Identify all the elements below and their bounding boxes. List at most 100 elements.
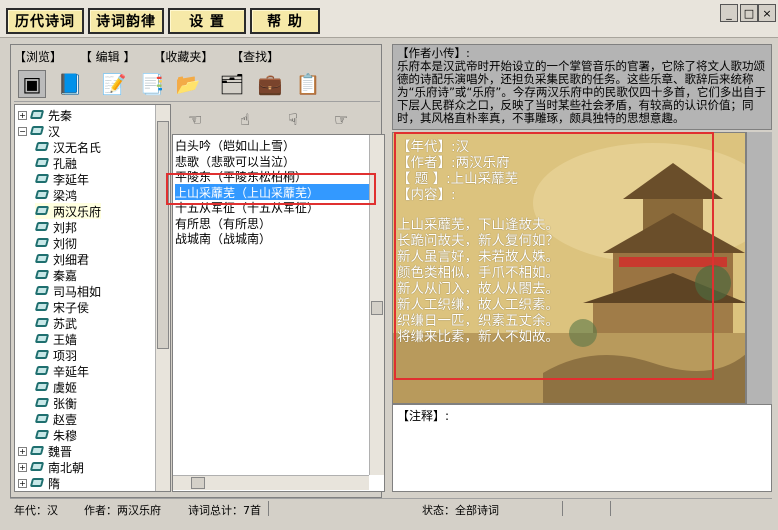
tab-favorites[interactable]: 【收藏夹】 [153,50,213,64]
author-intro-panel: 【作者小传】: 乐府本是汉武帝时开始设立的一个掌管音乐的官署，它除了将文人歌功颂… [392,44,772,130]
tab-browse[interactable]: 【浏览】 [14,50,62,64]
top-menu-bar: 历代诗词 诗词韵律 设 置 帮 助 _ □ × [0,0,778,38]
menu-poem-rhythm[interactable]: 诗词韵律 [88,8,164,34]
tree-node-author[interactable]: 赵壹 [35,411,77,427]
tree-node-author[interactable]: 刘细君 [35,251,89,267]
menu-help[interactable]: 帮 助 [250,8,320,34]
poem-list-item[interactable]: 悲歌（悲歌可以当泣） [175,153,295,169]
highlight-box [394,132,714,380]
expand-icon[interactable]: + [18,462,27,472]
tab-search[interactable]: 【查找】 [231,50,279,64]
book-icon [35,301,50,313]
poem-list-item[interactable]: 白头吟（皑如山上雪） [175,137,295,153]
scroll-thumb[interactable] [157,121,169,349]
tree-node-author[interactable]: 司马相如 [35,283,101,299]
expand-icon[interactable]: + [18,446,27,456]
tab-edit[interactable]: 【 编辑 】 [80,50,136,64]
tree-label: 司马相如 [53,284,102,299]
book-icon [35,397,50,409]
tree-label: 张衡 [53,396,78,411]
image-icon[interactable]: ▣ [18,70,46,98]
down-hand-icon[interactable]: ☟ [280,110,306,130]
collapse-icon[interactable]: − [18,126,27,136]
tree-node-author[interactable]: 梁鸿 [35,187,77,203]
tree-node-author[interactable]: 秦嘉 [35,267,77,283]
status-bar: 年代：汉 作者：两汉乐府 诗词总计：7首 状态：全部诗词 [10,498,772,518]
expand-icon[interactable]: + [18,478,27,488]
tree-node-author[interactable]: 苏武 [35,315,77,331]
open-folder-icon[interactable]: 📂 [174,70,202,98]
minimize-icon[interactable]: _ [720,4,738,22]
close-icon[interactable]: × [758,4,776,22]
tree-node-author[interactable]: 虞姬 [35,379,77,395]
favorites-icon[interactable]: 🗂 [218,70,246,98]
book-icon [35,349,50,361]
prev-hand-icon[interactable]: ☜ [182,110,208,130]
notes-heading: 【注释】: [397,409,450,423]
tree-node-sui[interactable]: + 隋 [18,475,60,491]
tree-label: 先秦 [48,108,73,123]
highlight-box [166,173,376,205]
poem-list-hscrollbar[interactable] [173,475,369,490]
poem-list-item[interactable]: 有所思（有所思） [175,215,271,231]
tree-label: 虞姬 [53,380,78,395]
menu-history-poems[interactable]: 历代诗词 [6,8,84,34]
poem-list-item[interactable]: 战城南（战城南） [175,230,271,246]
book-icon [35,317,50,329]
menu-settings[interactable]: 设 置 [168,8,246,34]
toolbar: ▣ 📘 📝 📑 📂 🗂 💼 📋 [14,66,380,102]
tree-label: 宋子侯 [53,300,90,315]
tree-node-han[interactable]: − 汉 [18,123,60,139]
poem-display-scrollbar[interactable] [746,132,772,404]
nav-arrows: ☜ ☝ ☟ ☞ [172,108,382,132]
status-total: 诗词总计：7首 [188,504,261,517]
tree-label: 孔融 [53,156,78,171]
tree-label: 朱穆 [53,428,78,443]
tree-node-author[interactable]: 项羽 [35,347,77,363]
book-icon [35,157,50,169]
notepad-icon[interactable]: 📋 [294,70,322,98]
tree-node-weijin[interactable]: + 魏晋 [18,443,72,459]
status-separator [268,501,269,516]
tree-node-author[interactable]: 孔融 [35,155,77,171]
tree-label: 刘邦 [53,220,78,235]
tree-node-author[interactable]: 汉无名氏 [35,139,101,155]
tree-label: 秦嘉 [53,268,78,283]
tree-node-author[interactable]: 张衡 [35,395,77,411]
tree-scrollbar[interactable] [155,105,170,491]
edit-book-icon[interactable]: 📝 [100,70,128,98]
status-era: 年代：汉 [14,504,58,517]
tree-node-author[interactable]: 朱穆 [35,427,77,443]
maximize-icon[interactable]: □ [740,4,758,22]
tree-label: 魏晋 [48,444,73,459]
status-separator [610,501,611,516]
book-icon[interactable]: 📘 [56,70,84,98]
up-hand-icon[interactable]: ☝ [232,110,258,130]
book-icon [35,381,50,393]
tree-node-author[interactable]: 李延年 [35,171,89,187]
tree-node-author[interactable]: 两汉乐府 [35,203,102,219]
briefcase-icon[interactable]: 💼 [256,70,284,98]
tree-node-author[interactable]: 刘彻 [35,235,77,251]
tree-label: 南北朝 [48,460,85,475]
tree-node-author[interactable]: 辛延年 [35,363,89,379]
book-icon [35,141,50,153]
tree-label: 辛延年 [53,364,90,379]
scroll-thumb[interactable] [371,301,383,315]
tree-label: 项羽 [53,348,78,363]
book-icon [35,205,50,217]
hscroll-thumb[interactable] [191,477,205,489]
book-icon [35,413,50,425]
book-icon [35,221,50,233]
status-author: 作者：两汉乐府 [84,504,161,517]
tree-node-author[interactable]: 王嫱 [35,331,77,347]
book-icon [35,269,50,281]
expand-icon[interactable]: + [18,110,27,120]
tree-node-nanbeichao[interactable]: + 南北朝 [18,459,84,475]
copy-icon[interactable]: 📑 [138,70,166,98]
tree-node-author[interactable]: 刘邦 [35,219,77,235]
next-hand-icon[interactable]: ☞ [328,110,354,130]
book-icon [30,125,45,137]
tree-node-xianqin[interactable]: + 先秦 [18,107,72,123]
tree-node-author[interactable]: 宋子侯 [35,299,89,315]
